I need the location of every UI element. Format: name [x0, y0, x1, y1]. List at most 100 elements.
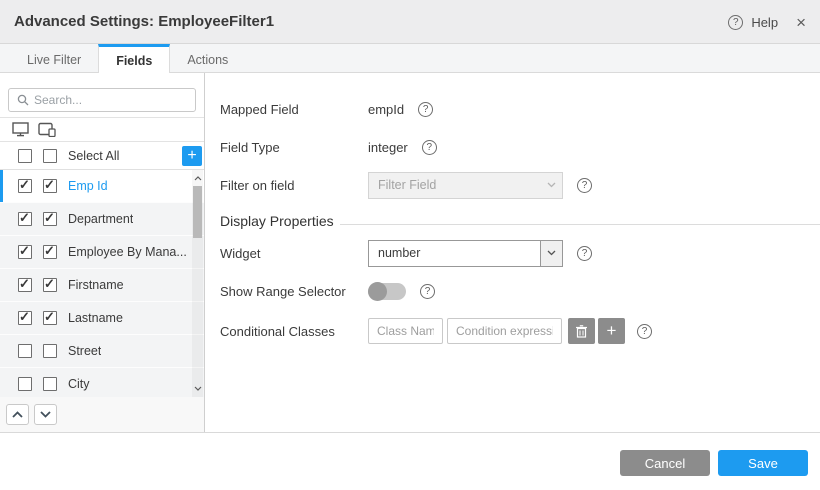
field-row-firstname[interactable]: ✓ ✓ Firstname	[0, 269, 204, 302]
show-range-selector-row: Show Range Selector ?	[220, 277, 820, 305]
display-properties-section: Display Properties	[220, 213, 820, 229]
widget-label: Widget	[220, 246, 368, 261]
show-range-selector-toggle[interactable]	[368, 283, 406, 300]
field-type-help-icon[interactable]: ?	[422, 140, 437, 155]
mobile-checkbox[interactable]: ✓	[43, 212, 57, 226]
search-icon	[17, 94, 29, 106]
tab-fields[interactable]: Fields	[98, 44, 170, 74]
condition-expression-input[interactable]	[447, 318, 562, 344]
field-type-value: integer	[368, 140, 408, 155]
fields-sidebar: ✓ ✓ Select All + ✓ ✓ Emp Id ✓ ✓ Departme…	[0, 73, 205, 432]
tab-live-filter[interactable]: Live Filter	[10, 44, 98, 73]
chevron-down-icon	[540, 173, 562, 198]
field-label: Emp Id	[68, 179, 108, 193]
mapped-field-help-icon[interactable]: ?	[418, 102, 433, 117]
web-checkbox[interactable]: ✓	[18, 212, 32, 226]
search-box[interactable]	[8, 88, 196, 112]
filter-on-field-help-icon[interactable]: ?	[577, 178, 592, 193]
mobile-tablet-icon[interactable]	[38, 122, 56, 137]
chevron-down-icon	[540, 241, 562, 266]
widget-row: Widget number ?	[220, 239, 820, 267]
web-checkbox[interactable]: ✓	[18, 377, 32, 391]
mobile-checkbox[interactable]: ✓	[43, 278, 57, 292]
scroll-down-icon[interactable]	[192, 382, 203, 395]
titlebar: Advanced Settings: EmployeeFilter1 ? Hel…	[0, 0, 820, 44]
display-properties-title: Display Properties	[220, 213, 334, 229]
web-checkbox[interactable]: ✓	[18, 311, 32, 325]
field-row-department[interactable]: ✓ ✓ Department	[0, 203, 204, 236]
mobile-checkbox[interactable]: ✓	[43, 179, 57, 193]
widget-select[interactable]: number	[368, 240, 563, 267]
select-all-mobile-checkbox[interactable]: ✓	[43, 149, 57, 163]
trash-icon	[576, 325, 587, 338]
conditional-classes-help-icon[interactable]: ?	[637, 324, 652, 339]
dialog-footer: Cancel Save	[0, 432, 820, 490]
dialog-body: ✓ ✓ Select All + ✓ ✓ Emp Id ✓ ✓ Departme…	[0, 73, 820, 432]
mobile-checkbox[interactable]: ✓	[43, 311, 57, 325]
mapped-field-value: empId	[368, 102, 404, 117]
help-icon[interactable]: ?	[728, 15, 743, 30]
field-row-employee-by-manager[interactable]: ✓ ✓ Employee By Mana...	[0, 236, 204, 269]
field-type-row: Field Type integer ?	[220, 133, 820, 161]
web-checkbox[interactable]: ✓	[18, 179, 32, 193]
move-down-button[interactable]	[34, 404, 57, 425]
add-condition-button[interactable]: +	[598, 318, 625, 344]
field-label: Employee By Mana...	[68, 245, 186, 259]
field-label: Department	[68, 212, 133, 226]
help-link[interactable]: Help	[751, 15, 778, 30]
field-list: ✓ ✓ Emp Id ✓ ✓ Department ✓ ✓ Employee B…	[0, 170, 204, 397]
field-type-label: Field Type	[220, 140, 368, 155]
select-all-web-checkbox[interactable]: ✓	[18, 149, 32, 163]
scroll-up-icon[interactable]	[192, 172, 203, 185]
tabbar: Live Filter Fields Actions	[0, 44, 820, 73]
field-label: Lastname	[68, 311, 123, 325]
add-field-button[interactable]: +	[182, 146, 202, 166]
mobile-checkbox[interactable]: ✓	[43, 344, 57, 358]
class-name-input[interactable]	[368, 318, 443, 344]
conditional-classes-label: Conditional Classes	[220, 324, 368, 339]
list-scrollbar[interactable]	[192, 170, 203, 397]
filter-on-field-label: Filter on field	[220, 178, 368, 193]
delete-condition-button[interactable]	[568, 318, 595, 344]
mobile-checkbox[interactable]: ✓	[43, 245, 57, 259]
show-range-selector-label: Show Range Selector	[220, 284, 368, 299]
field-row-lastname[interactable]: ✓ ✓ Lastname	[0, 302, 204, 335]
field-row-street[interactable]: ✓ ✓ Street	[0, 335, 204, 368]
desktop-icon[interactable]	[12, 122, 29, 137]
field-row-emp-id[interactable]: ✓ ✓ Emp Id	[0, 170, 204, 203]
dialog-title: Advanced Settings: EmployeeFilter1	[14, 13, 274, 30]
web-checkbox[interactable]: ✓	[18, 344, 32, 358]
advanced-settings-dialog: Advanced Settings: EmployeeFilter1 ? Hel…	[0, 0, 820, 490]
reorder-controls	[0, 397, 204, 432]
scrollbar-thumb[interactable]	[193, 186, 202, 238]
field-properties-panel: Mapped Field empId ? Field Type integer …	[206, 73, 820, 432]
conditional-classes-row: Conditional Classes + ?	[220, 317, 820, 345]
widget-help-icon[interactable]: ?	[577, 246, 592, 261]
filter-field-select[interactable]: Filter Field	[368, 172, 563, 199]
select-all-row[interactable]: ✓ ✓ Select All +	[0, 142, 204, 170]
toggle-knob	[368, 282, 387, 301]
move-up-button[interactable]	[6, 404, 29, 425]
web-checkbox[interactable]: ✓	[18, 245, 32, 259]
mobile-checkbox[interactable]: ✓	[43, 377, 57, 391]
field-row-city[interactable]: ✓ ✓ City	[0, 368, 204, 397]
cancel-button[interactable]: Cancel	[620, 450, 710, 476]
search-input[interactable]	[34, 93, 195, 107]
titlebar-actions: ? Help ×	[728, 0, 806, 44]
chevron-down-icon	[40, 411, 51, 418]
tab-actions[interactable]: Actions	[170, 44, 245, 73]
section-divider	[340, 224, 820, 225]
filter-on-field-row: Filter on field Filter Field ?	[220, 171, 820, 199]
field-label: City	[68, 377, 90, 391]
select-all-label: Select All	[68, 149, 119, 163]
show-range-selector-help-icon[interactable]: ?	[420, 284, 435, 299]
field-label: Street	[68, 344, 101, 358]
field-label: Firstname	[68, 278, 124, 292]
save-button[interactable]: Save	[718, 450, 808, 476]
chevron-up-icon	[12, 411, 23, 418]
web-checkbox[interactable]: ✓	[18, 278, 32, 292]
device-columns-row	[0, 118, 204, 142]
close-icon[interactable]: ×	[796, 14, 806, 31]
mapped-field-row: Mapped Field empId ?	[220, 95, 820, 123]
mapped-field-label: Mapped Field	[220, 102, 368, 117]
